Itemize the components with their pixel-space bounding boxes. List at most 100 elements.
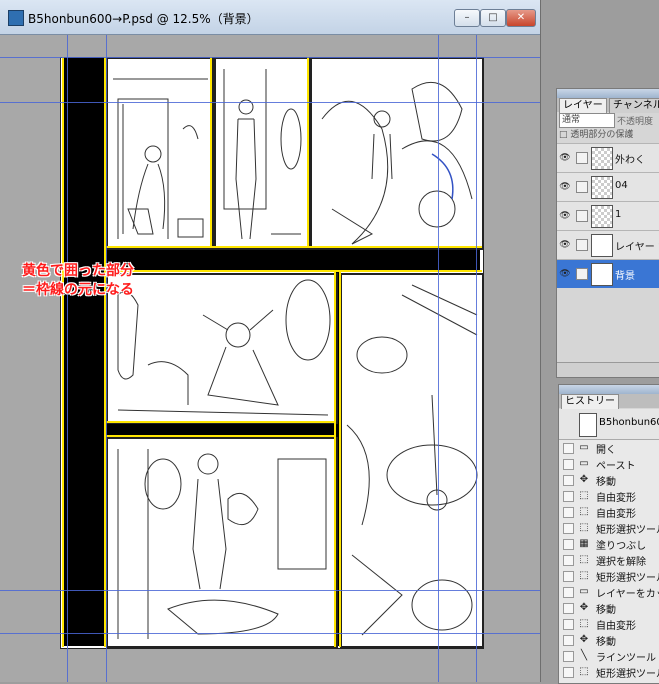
canvas-area[interactable]: 黄色で囲った部分 ＝枠線の元になる: [0, 35, 540, 682]
history-state-checkbox[interactable]: [563, 475, 574, 486]
blend-mode-select[interactable]: 通常: [559, 113, 615, 128]
history-state-checkbox[interactable]: [563, 491, 574, 502]
marquee-icon: ⬚: [579, 522, 589, 533]
transform-icon: ⬚: [579, 618, 589, 629]
history-item[interactable]: ⬚ 自由変形: [559, 504, 659, 521]
history-item-label: ラインツール: [596, 653, 656, 664]
lock-transparency-checkbox[interactable]: □: [559, 130, 568, 140]
history-item[interactable]: ▭ 開く: [559, 440, 659, 457]
sketch-panel-4: [117, 279, 331, 416]
frame-highlight: [106, 435, 334, 437]
close-button[interactable]: ✕: [506, 9, 536, 27]
history-item[interactable]: ▭ ペースト: [559, 456, 659, 473]
history-item[interactable]: ▭レイヤーをカット: [559, 584, 659, 601]
move-icon: ✥: [579, 602, 589, 613]
sketch-panel-1: [113, 78, 208, 239]
history-item-label: 矩形選択ツール: [596, 669, 659, 680]
history-state-checkbox[interactable]: [563, 523, 574, 534]
frame-highlight: [106, 246, 482, 248]
guide-line[interactable]: [0, 633, 540, 634]
history-item[interactable]: ▦ 塗りつぶし: [559, 536, 659, 553]
annotation-line-2: ＝枠線の元になる: [22, 282, 134, 298]
layer-thumbnail: [591, 263, 613, 286]
guide-line[interactable]: [438, 35, 439, 682]
layers-panel: レイヤー チャンネル 通常 不透明度 □ 透明部分の保護 👁 外わく 👁 04 …: [556, 88, 659, 378]
layer-row[interactable]: 👁 04: [557, 172, 659, 201]
history-item[interactable]: ⬚ 矩形選択ツール: [559, 664, 659, 681]
annotation-line-1: 黄色で囲った部分: [22, 263, 134, 279]
black-fill-bar: [106, 247, 480, 271]
paste-icon: ▭: [579, 458, 589, 469]
eye-icon[interactable]: 👁: [559, 153, 571, 163]
guide-line[interactable]: [476, 35, 477, 682]
history-panel-header[interactable]: [559, 385, 659, 394]
history-item-label: 矩形選択ツール: [596, 573, 659, 584]
history-item-label: 移動: [596, 637, 616, 648]
history-state-checkbox[interactable]: [563, 459, 574, 470]
eye-icon[interactable]: 👁: [559, 182, 571, 192]
link-checkbox[interactable]: [576, 210, 588, 222]
maximize-button[interactable]: □: [480, 9, 506, 27]
transform-icon: ⬚: [579, 506, 589, 517]
tab-channels[interactable]: チャンネル: [609, 98, 659, 113]
layer-row[interactable]: 👁 1: [557, 201, 659, 230]
guide-line[interactable]: [0, 102, 540, 103]
history-item[interactable]: ✥ 移動: [559, 632, 659, 649]
history-state-checkbox[interactable]: [563, 555, 574, 566]
brush-link-icon[interactable]: [576, 268, 588, 280]
comic-panel-6: [340, 273, 484, 648]
history-item[interactable]: ⬚ 矩形選択ツール: [559, 568, 659, 585]
history-item[interactable]: ✥ 移動: [559, 472, 659, 489]
layer-row-selected[interactable]: 👁 背景: [557, 259, 659, 288]
guide-line[interactable]: [67, 35, 68, 682]
history-state-checkbox[interactable]: [563, 507, 574, 518]
link-checkbox[interactable]: [576, 239, 588, 251]
history-item[interactable]: ▭レイヤーをカット: [559, 680, 659, 683]
minimize-button[interactable]: –: [454, 9, 480, 27]
layers-footer: [557, 362, 659, 377]
tab-layers[interactable]: レイヤー: [559, 98, 607, 113]
photoshop-file-icon: [8, 10, 24, 26]
history-state-checkbox[interactable]: [563, 603, 574, 614]
history-state-checkbox[interactable]: [563, 571, 574, 582]
guide-line[interactable]: [0, 590, 540, 591]
history-item[interactable]: ✥ 移動: [559, 600, 659, 617]
eye-icon[interactable]: 👁: [559, 240, 571, 250]
tab-history[interactable]: ヒストリー: [561, 394, 619, 409]
history-item[interactable]: ⬚ 自由変形: [559, 488, 659, 505]
history-tabs: ヒストリー: [559, 394, 659, 409]
history-item[interactable]: ⬚ 自由変形: [559, 616, 659, 633]
history-state-checkbox[interactable]: [563, 635, 574, 646]
history-snapshot[interactable]: B5honbun600→: [559, 409, 659, 440]
history-item[interactable]: ╲ ラインツール: [559, 648, 659, 665]
layer-name: レイヤー 1: [615, 242, 659, 253]
history-item[interactable]: ⬚ 矩形選択ツール: [559, 520, 659, 537]
link-checkbox[interactable]: [576, 181, 588, 193]
layer-thumbnail: [591, 176, 613, 199]
comic-panel-2: [214, 57, 310, 250]
history-state-checkbox[interactable]: [563, 587, 574, 598]
history-state-checkbox[interactable]: [563, 667, 574, 678]
layers-panel-header[interactable]: [557, 89, 659, 98]
history-panel: ヒストリー B5honbun600→ ▭ 開く ▭ ペースト ✥ 移動 ⬚ 自由変形 ⬚ 自由変形…: [558, 384, 659, 684]
title-bar[interactable]: B5honbun600→P.psd @ 12.5%（背景） – □ ✕: [0, 0, 540, 35]
guide-line[interactable]: [106, 35, 107, 682]
marquee-icon: ⬚: [579, 666, 589, 677]
guide-line[interactable]: [0, 57, 540, 58]
history-state-checkbox[interactable]: [563, 443, 574, 454]
history-state-checkbox[interactable]: [563, 619, 574, 630]
link-checkbox[interactable]: [576, 152, 588, 164]
sketch-panel-2: [223, 69, 302, 240]
history-state-checkbox[interactable]: [563, 651, 574, 662]
lock-row: □ 透明部分の保護: [557, 128, 659, 142]
layer-row[interactable]: 👁 外わく: [557, 143, 659, 172]
eye-icon[interactable]: 👁: [559, 211, 571, 221]
history-item[interactable]: ⬚ 選択を解除: [559, 552, 659, 569]
layer-row[interactable]: 👁 レイヤー 1: [557, 230, 659, 259]
comic-panel-1: [106, 57, 214, 250]
eye-icon[interactable]: 👁: [559, 269, 571, 279]
history-state-checkbox[interactable]: [563, 539, 574, 550]
history-item-label: 矩形選択ツール: [596, 525, 659, 536]
marquee-icon: ⬚: [579, 570, 589, 581]
layer-thumbnail: [591, 205, 613, 228]
